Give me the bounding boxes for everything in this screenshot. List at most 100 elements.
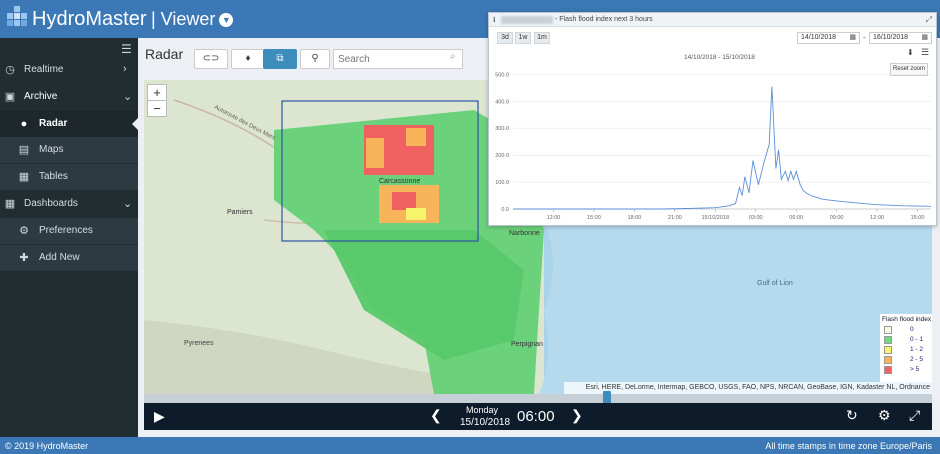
legend-entry: 0 - 1 (884, 336, 930, 344)
x-tick-label: 18:00 (627, 215, 641, 221)
sidebar-item-label: Dashboards (24, 198, 78, 209)
y-tick-label: 200.0 (495, 153, 509, 159)
legend-title: Flash flood index (882, 316, 932, 323)
legend-entry: 2 - 5 (884, 356, 930, 364)
y-tick-label: 500.0 (495, 72, 509, 78)
footer: © 2019 HydroMaster All time stamps in ti… (0, 437, 940, 454)
place-label: Pamiers (227, 209, 253, 216)
globe-icon: ● (20, 118, 28, 130)
x-tick-label: 03:00 (749, 215, 763, 221)
playback-time: 06:00 (517, 408, 555, 425)
sidebar-item-label: Archive (24, 91, 58, 102)
timeline-slider[interactable] (144, 394, 932, 403)
area-select-button[interactable]: ⧉ (263, 49, 297, 69)
plus-icon: ✚ (19, 252, 29, 264)
legend-label: 0 (910, 326, 914, 333)
sidebar-item-dashboards[interactable]: ▦ Dashboards ⌄ (0, 191, 138, 217)
legend-swatch (884, 356, 892, 364)
map-legend: Flash flood index 0 0 - 1 1 - 2 2 - 5 > … (880, 314, 932, 382)
place-label: Narbonne (509, 230, 540, 237)
sidebar-item-label: Radar (39, 118, 68, 129)
sidebar-item-label: Preferences (39, 225, 93, 236)
legend-entry: 0 (884, 326, 930, 334)
grid-icon: ▦ (4, 198, 16, 210)
sidebar: ☰ ◷ Realtime › ▣ Archive ⌄ ● Radar ▤ Map… (0, 38, 138, 437)
clock-icon: ◷ (5, 64, 15, 76)
series-line (513, 86, 932, 210)
x-tick-label: 09:00 (830, 215, 844, 221)
previous-step-icon[interactable]: ❮ (430, 407, 442, 424)
toggle-icon: ⊂⊃ (202, 53, 220, 64)
sidebar-item-add-new[interactable]: ✚ Add New (0, 245, 138, 271)
gear-icon[interactable]: ⚙ (878, 407, 891, 424)
archive-icon: ▣ (4, 91, 16, 103)
gear-icon: ⚙ (19, 225, 29, 237)
sidebar-item-label: Maps (39, 144, 64, 155)
legend-label: 0 - 1 (910, 336, 924, 343)
refresh-icon[interactable]: ↻ (846, 407, 858, 424)
chevron-down-icon: ▼ (219, 13, 234, 27)
layers-toggle-button[interactable]: ⊂⊃ (194, 49, 228, 69)
fullscreen-icon[interactable]: ⤢ (909, 407, 920, 424)
hamburger-menu-icon[interactable]: ☰ (121, 42, 132, 56)
search-input[interactable] (333, 49, 463, 69)
zoom-out-button[interactable]: − (147, 100, 167, 117)
sidebar-item-label: Realtime (24, 64, 64, 75)
playback-day: Monday (466, 405, 499, 415)
legend-swatch (884, 336, 892, 344)
sidebar-item-realtime[interactable]: ◷ Realtime › (0, 57, 138, 83)
table-icon: ▦ (18, 171, 30, 183)
footer-copyright: © 2019 HydroMaster (5, 441, 89, 451)
legend-swatch (884, 366, 892, 374)
legend-swatch (884, 326, 892, 334)
pin-tool-button[interactable]: ♦ (231, 49, 265, 69)
place-label: Carcassonne (379, 178, 420, 185)
chevron-down-icon: ⌄ (123, 91, 133, 103)
pin-icon: ♦ (245, 53, 251, 64)
app-brand: HydroMaster (32, 8, 147, 30)
legend-label: > 5 (910, 366, 920, 373)
x-tick-label: 12:00 (547, 215, 561, 221)
logo-icon (7, 6, 27, 26)
x-tick-label: 21:00 (668, 215, 682, 221)
sidebar-item-tables[interactable]: ▦ Tables (0, 164, 138, 190)
sidebar-item-archive[interactable]: ▣ Archive ⌄ (0, 84, 138, 110)
chart-popup[interactable]: ℹ - Flash flood index next 3 hours ⤢ 3d … (488, 12, 937, 226)
legend-label: 2 - 5 (910, 356, 924, 363)
sidebar-item-label: Tables (39, 171, 68, 182)
x-tick-label: 12:00 (870, 215, 884, 221)
flood-index-chart[interactable]: 0.0 100.0 200.0 300.0 400.0 500.0 12:00 15:00 18… (489, 13, 938, 227)
marker-tool-button[interactable]: ⚲ (300, 49, 330, 69)
x-tick-label: 15:00 (911, 215, 925, 221)
playback-bar: ▶ ❮ Monday 15/10/2018 06:00 ❯ ↻ ⚙ ⤢ (144, 403, 932, 430)
legend-entry: 1 - 2 (884, 346, 930, 354)
y-tick-label: 0.0 (501, 207, 509, 213)
x-tick-label: 15/10/2018 (701, 215, 729, 221)
search-icon: ⌕ (450, 51, 456, 62)
legend-label: 1 - 2 (910, 346, 924, 353)
x-tick-label: 15:00 (587, 215, 601, 221)
y-tick-label: 400.0 (495, 99, 509, 105)
sidebar-item-preferences[interactable]: ⚙ Preferences (0, 218, 138, 244)
playback-date: 15/10/2018 (460, 417, 511, 428)
app-window: HydroMaster | Viewer ▼ ☰ ◷ Realtime › ▣ A… (0, 0, 940, 454)
play-icon[interactable]: ▶ (154, 408, 165, 425)
x-tick-label: 06:00 (789, 215, 803, 221)
place-label: Gulf of Lion (757, 280, 793, 287)
zoom-in-button[interactable]: + (147, 84, 167, 101)
chevron-right-icon: › (123, 63, 127, 75)
place-label: Perpignan (511, 341, 543, 348)
section-dropdown[interactable]: | Viewer ▼ (151, 9, 234, 30)
next-step-icon[interactable]: ❯ (571, 407, 583, 424)
sidebar-item-label: Add New (39, 252, 80, 263)
section-label: | Viewer (151, 9, 216, 29)
sidebar-item-maps[interactable]: ▤ Maps (0, 137, 138, 163)
map-marker-icon: ⚲ (311, 53, 319, 64)
map-icon: ▤ (18, 144, 30, 156)
chevron-down-icon: ⌄ (123, 198, 133, 210)
place-label: Pyrenees (184, 340, 214, 347)
y-tick-label: 300.0 (495, 126, 509, 132)
y-tick-label: 100.0 (495, 180, 509, 186)
legend-swatch (884, 346, 892, 354)
sidebar-item-radar[interactable]: ● Radar (0, 111, 138, 137)
